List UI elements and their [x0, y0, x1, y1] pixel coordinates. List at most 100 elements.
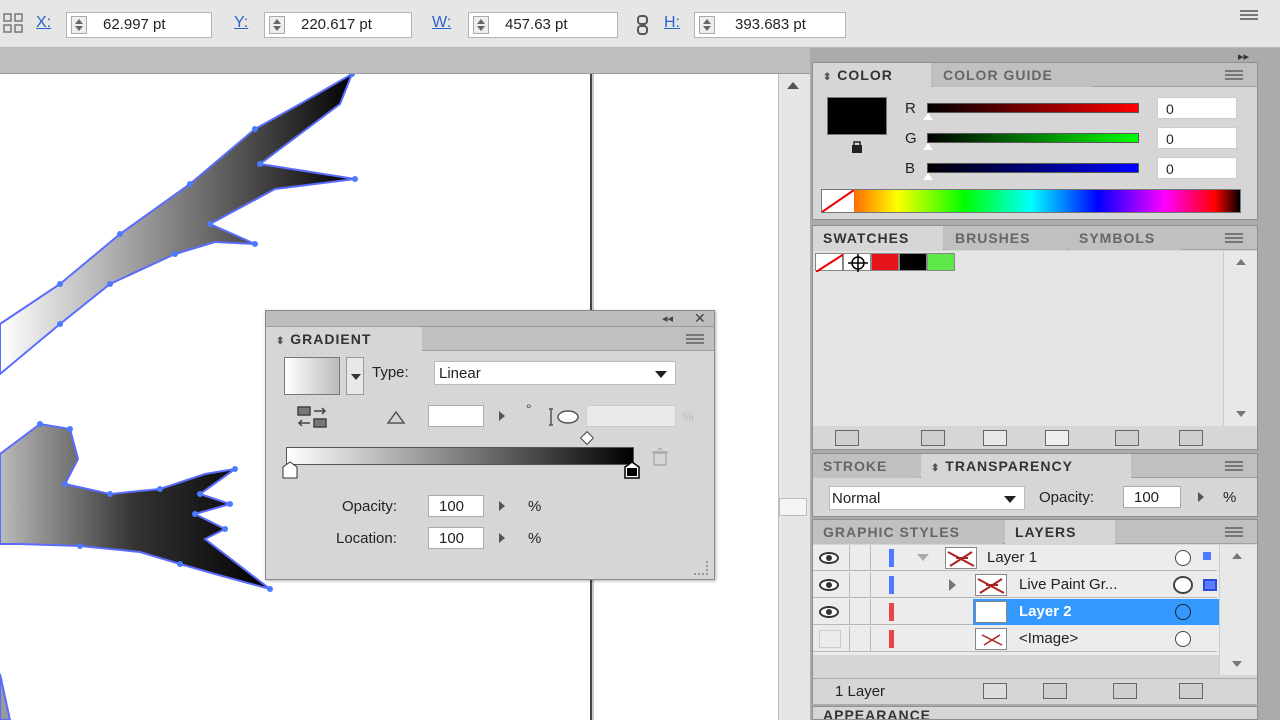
- h-field[interactable]: 393.683 pt: [694, 12, 846, 38]
- visibility-empty-cell[interactable]: [819, 630, 841, 648]
- tab-symbols[interactable]: SYMBOLS: [1069, 226, 1181, 250]
- tab-gradient[interactable]: ⬍ GRADIENT: [266, 327, 422, 351]
- r-slider[interactable]: [927, 103, 1139, 113]
- lock-toggle[interactable]: [849, 572, 871, 598]
- g-value-field[interactable]: 0: [1157, 127, 1237, 149]
- tab-color[interactable]: ⬍ COLOR: [813, 63, 931, 87]
- new-sublayer-icon[interactable]: [1113, 683, 1137, 699]
- transparency-opacity-arrow[interactable]: [1191, 486, 1211, 508]
- angle-dropdown-arrow[interactable]: [492, 405, 512, 427]
- target-circle-icon[interactable]: [1173, 576, 1193, 594]
- lock-toggle[interactable]: [849, 626, 871, 652]
- scroll-down-arrow-icon[interactable]: [1232, 661, 1242, 667]
- w-spinner[interactable]: [473, 16, 489, 34]
- r-value-field[interactable]: 0: [1157, 97, 1237, 119]
- swatch-none[interactable]: [815, 253, 845, 273]
- grid-align-icon[interactable]: [2, 12, 24, 34]
- tab-appearance[interactable]: APPEARANCE: [813, 707, 973, 719]
- layer-row-layer-1[interactable]: Layer 1: [813, 545, 1217, 571]
- locate-object-icon[interactable]: [983, 683, 1007, 699]
- swatches-panel-menu-icon[interactable]: [1225, 233, 1243, 243]
- delete-layer-icon[interactable]: [1179, 683, 1203, 699]
- collapse-panel-icon[interactable]: ◂◂: [662, 312, 673, 325]
- gradient-midpoint-diamond[interactable]: [579, 430, 595, 446]
- visibility-eye-icon[interactable]: [819, 606, 839, 618]
- swatches-scrollbar[interactable]: [1223, 251, 1257, 426]
- g-slider[interactable]: [927, 133, 1139, 143]
- disclosure-closed-icon[interactable]: [949, 579, 956, 591]
- type-select[interactable]: Linear: [434, 361, 676, 385]
- gradient-preview-swatch[interactable]: [284, 357, 340, 395]
- w-field[interactable]: 457.63 pt: [468, 12, 618, 38]
- new-swatch-icon[interactable]: [1115, 430, 1139, 446]
- visibility-eye-icon[interactable]: [819, 552, 839, 564]
- gradient-ramp[interactable]: [286, 447, 634, 465]
- swatch-registration[interactable]: [843, 253, 871, 272]
- scroll-thumb[interactable]: [779, 498, 807, 516]
- color-spectrum-bar[interactable]: [821, 189, 1241, 213]
- target-circle-icon[interactable]: [1175, 604, 1191, 620]
- swatch-libraries-icon[interactable]: [835, 430, 859, 446]
- target-circle-icon[interactable]: [1175, 631, 1191, 647]
- fill-color-swatch[interactable]: [827, 97, 887, 135]
- y-field[interactable]: 220.617 pt: [264, 12, 412, 38]
- resize-grip-icon[interactable]: [694, 561, 708, 575]
- b-slider[interactable]: [927, 163, 1139, 173]
- transparency-panel-menu-icon[interactable]: [1225, 461, 1243, 471]
- control-bar-menu-icon[interactable]: [1240, 10, 1258, 20]
- opacity-field[interactable]: 100: [428, 495, 484, 517]
- tab-color-guide[interactable]: COLOR GUIDE: [933, 63, 1093, 87]
- angle-field[interactable]: [428, 405, 484, 427]
- scroll-down-arrow-icon[interactable]: [1236, 411, 1246, 417]
- none-color-icon[interactable]: [821, 189, 855, 213]
- lock-toggle[interactable]: [849, 545, 871, 571]
- tab-brushes[interactable]: BRUSHES: [945, 226, 1067, 250]
- gradient-stop-white[interactable]: [282, 461, 298, 479]
- layer-row-image[interactable]: <Image>: [813, 626, 1217, 652]
- x-spinner[interactable]: [71, 16, 87, 34]
- tab-stroke[interactable]: STROKE: [813, 454, 919, 478]
- scroll-up-arrow-icon[interactable]: [787, 82, 799, 89]
- swatch-red[interactable]: [871, 253, 899, 271]
- tab-transparency[interactable]: ⬍ TRANSPARENCY: [921, 454, 1131, 478]
- new-color-group-icon[interactable]: [1045, 430, 1069, 446]
- reverse-gradient-icon[interactable]: [296, 405, 330, 431]
- layers-scrollbar[interactable]: [1219, 545, 1257, 675]
- vertical-scrollbar[interactable]: [778, 74, 810, 720]
- g-slider-handle[interactable]: [923, 143, 933, 150]
- layers-panel-menu-icon[interactable]: [1225, 527, 1243, 537]
- blend-mode-select[interactable]: Normal: [829, 486, 1025, 510]
- tab-swatches[interactable]: SWATCHES: [813, 226, 943, 250]
- show-swatch-kinds-icon[interactable]: [921, 430, 945, 446]
- delete-swatch-icon[interactable]: [1179, 430, 1203, 446]
- tab-layers[interactable]: LAYERS: [1005, 520, 1115, 544]
- transparency-opacity-field[interactable]: 100: [1123, 486, 1181, 508]
- swatch-black[interactable]: [899, 253, 927, 271]
- gradient-panel-titlebar[interactable]: ◂◂ ✕: [266, 310, 714, 327]
- visibility-eye-icon[interactable]: [819, 579, 839, 591]
- r-slider-handle[interactable]: [923, 113, 933, 120]
- swatch-options-icon[interactable]: [983, 430, 1007, 446]
- y-spinner[interactable]: [269, 16, 285, 34]
- color-panel-menu-icon[interactable]: [1225, 70, 1243, 80]
- h-spinner[interactable]: [699, 16, 715, 34]
- x-field[interactable]: 62.997 pt: [66, 12, 212, 38]
- location-dropdown-arrow[interactable]: [492, 527, 512, 549]
- gradient-stop-black[interactable]: [624, 461, 640, 479]
- b-slider-handle[interactable]: [923, 173, 933, 180]
- scroll-up-arrow-icon[interactable]: [1236, 259, 1246, 265]
- layer-row-layer-2[interactable]: Layer 2: [813, 599, 1219, 625]
- scroll-up-arrow-icon[interactable]: [1232, 553, 1242, 559]
- make-clipping-mask-icon[interactable]: [1043, 683, 1067, 699]
- opacity-dropdown-arrow[interactable]: [492, 495, 512, 517]
- gradient-swatch-dropdown[interactable]: [346, 357, 364, 395]
- lock-toggle[interactable]: [849, 599, 871, 625]
- out-of-web-color-icon[interactable]: [849, 139, 865, 155]
- swatch-green[interactable]: [927, 253, 955, 271]
- constrain-proportions-icon[interactable]: [634, 14, 652, 36]
- close-panel-icon[interactable]: ✕: [694, 310, 706, 327]
- location-field[interactable]: 100: [428, 527, 484, 549]
- tab-graphic-styles[interactable]: GRAPHIC STYLES: [813, 520, 1003, 544]
- layer-row-live-paint[interactable]: Live Paint Gr...: [813, 572, 1217, 598]
- gradient-panel-menu-icon[interactable]: [686, 334, 704, 344]
